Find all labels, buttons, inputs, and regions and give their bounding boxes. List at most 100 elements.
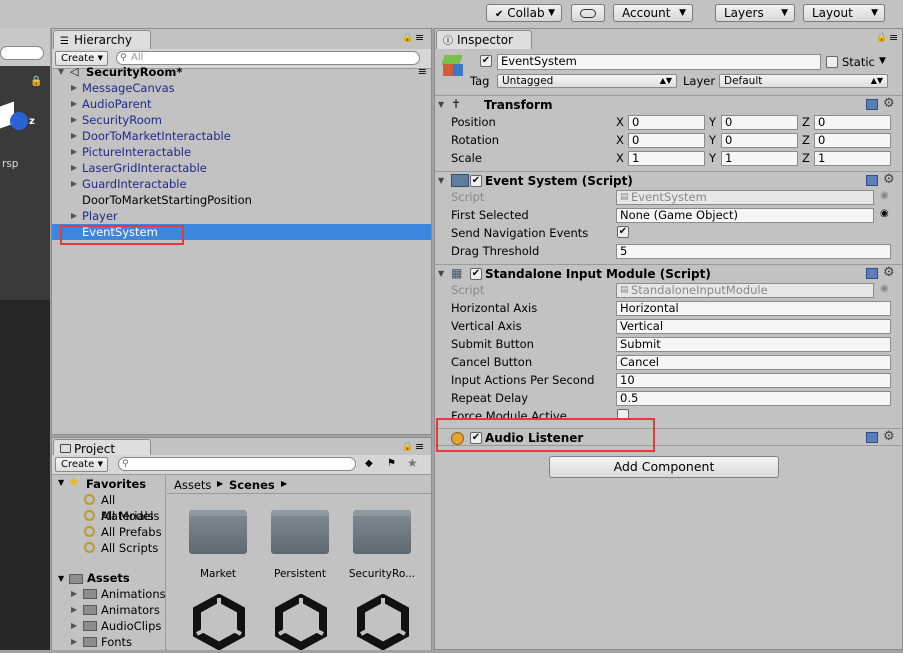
rotation-field[interactable]: 0 [814, 133, 891, 148]
hierarchy-item[interactable]: ▶ PictureInteractable [52, 144, 431, 160]
hierarchy-item[interactable]: ▶ SecurityRoom [52, 112, 431, 128]
expand-right-icon[interactable]: ▶ [71, 621, 77, 630]
repeat-delay-field[interactable]: 0.5 [616, 391, 891, 406]
folder-icon[interactable] [189, 510, 247, 554]
expand-right-icon[interactable]: ▶ [71, 589, 77, 598]
object-name-input[interactable]: EventSystem [497, 54, 821, 70]
favorite-item[interactable]: All Prefabs [101, 524, 162, 540]
rotation-field[interactable]: 0 [628, 133, 705, 148]
panel-menu-icon[interactable]: ≡ [415, 31, 424, 44]
object-picker-icon[interactable]: ◉ [880, 283, 889, 294]
axis-label[interactable]: Y [709, 132, 716, 148]
standalone-input-header[interactable]: ▼ ▦ ✔ Standalone Input Module (Script) ⚙ [435, 264, 902, 282]
axis-label[interactable]: X [616, 132, 624, 148]
hierarchy-item[interactable]: ▶ Player [52, 208, 431, 224]
scene-menu-icon[interactable]: ≡ [418, 64, 427, 80]
axis-label[interactable]: Z [802, 150, 810, 166]
gear-icon[interactable]: ⚙ [883, 172, 895, 187]
assets-label[interactable]: Assets [87, 570, 130, 586]
event-system-enabled-checkbox[interactable]: ✔ [470, 175, 482, 187]
tab-hierarchy[interactable]: ☰ Hierarchy [53, 30, 151, 49]
gizmo-z-icon[interactable] [10, 112, 28, 130]
hierarchy-item[interactable]: ▶ LaserGridInteractable [52, 160, 431, 176]
expand-right-icon[interactable]: ▶ [71, 605, 77, 614]
object-picker-icon[interactable]: ◉ [880, 208, 889, 219]
favorite-item[interactable]: All Scripts [101, 540, 158, 556]
first-selected-field[interactable]: None (Game Object) [616, 208, 874, 223]
drag-threshold-field[interactable]: 5 [616, 244, 891, 259]
axis-label[interactable]: Y [709, 114, 716, 130]
tab-inspector[interactable]: ⓘ Inspector [436, 30, 532, 49]
hierarchy-item[interactable]: DoorToMarketStartingPosition [52, 192, 431, 208]
fold-down-icon[interactable]: ▼ [438, 269, 444, 278]
axis-label[interactable]: Z [802, 114, 810, 130]
asset-folder-item[interactable]: AudioClips [101, 618, 161, 634]
expand-right-icon[interactable]: ▶ [71, 208, 77, 224]
axis-label[interactable]: Z [802, 132, 810, 148]
asset-folder-item[interactable]: Animations [101, 586, 166, 602]
asset-folder-item[interactable]: Animators [101, 602, 160, 618]
gear-icon[interactable]: ⚙ [883, 265, 895, 280]
expand-right-icon[interactable]: ▶ [71, 112, 77, 128]
hierarchy-item[interactable]: ▶ DoorToMarketInteractable [52, 128, 431, 144]
scene-search-input[interactable] [0, 46, 44, 60]
scale-field[interactable]: 1 [814, 151, 891, 166]
active-checkbox[interactable]: ✔ [480, 55, 492, 67]
chevron-down-icon[interactable]: ▼ [879, 56, 886, 66]
panel-menu-icon[interactable]: ≡ [889, 31, 898, 44]
hierarchy-item[interactable]: ▶ AudioParent [52, 96, 431, 112]
lock-icon[interactable]: 🔒 [876, 33, 887, 43]
expand-right-icon[interactable]: ▶ [71, 96, 77, 112]
scale-field[interactable]: 1 [628, 151, 705, 166]
scale-field[interactable]: 1 [721, 151, 798, 166]
help-book-icon[interactable] [866, 99, 878, 110]
persp-label[interactable]: rsp [2, 158, 18, 170]
rotation-field[interactable]: 0 [721, 133, 798, 148]
fold-down-icon[interactable]: ▼ [438, 100, 444, 109]
folder-icon[interactable] [271, 510, 329, 554]
favorites-label[interactable]: Favorites [86, 476, 146, 492]
expand-right-icon[interactable]: ▶ [71, 144, 77, 160]
axis-label[interactable]: X [616, 114, 624, 130]
project-create-button[interactable]: Create ▼ [55, 457, 108, 472]
gear-icon[interactable]: ⚙ [883, 96, 895, 111]
submit-button-field[interactable]: Submit [616, 337, 891, 352]
panel-menu-icon[interactable]: ≡ [415, 440, 424, 453]
hierarchy-item[interactable]: ▶ MessageCanvas [52, 80, 431, 96]
position-field[interactable]: 0 [721, 115, 798, 130]
account-dropdown[interactable]: Account ▼ [613, 4, 693, 22]
unity-scene-icon[interactable] [355, 593, 411, 651]
unity-scene-icon[interactable] [191, 593, 247, 651]
cloud-button[interactable] [571, 4, 605, 22]
layer-dropdown[interactable]: Default ▲▼ [719, 74, 888, 88]
cancel-button-field[interactable]: Cancel [616, 355, 891, 370]
lock-icon[interactable]: 🔒 [402, 442, 413, 452]
expand-down-icon[interactable]: ▼ [58, 478, 64, 487]
collab-dropdown[interactable]: ✔ Collab ▼ [486, 4, 562, 22]
add-component-button[interactable]: Add Component [549, 456, 779, 478]
layers-dropdown[interactable]: Layers ▼ [715, 4, 795, 22]
breadcrumb-assets[interactable]: Assets [174, 478, 211, 492]
help-book-icon[interactable] [866, 175, 878, 186]
horizontal-axis-field[interactable]: Horizontal [616, 301, 891, 316]
axis-label[interactable]: Y [709, 150, 716, 166]
fold-down-icon[interactable]: ▼ [438, 176, 444, 185]
favorite-star-icon[interactable]: ★ [407, 456, 418, 470]
axis-label[interactable]: X [616, 150, 624, 166]
favorite-item[interactable]: All Models [101, 508, 159, 524]
gear-icon[interactable]: ⚙ [883, 429, 895, 444]
unity-scene-icon[interactable] [273, 593, 329, 651]
expand-down-icon[interactable]: ▼ [58, 64, 64, 80]
scene-root-row[interactable]: ▼ ◁ SecurityRoom* ≡ [52, 64, 431, 80]
asset-folder-item[interactable]: Fonts [101, 634, 132, 650]
lock-icon[interactable]: 🔒 [402, 33, 413, 43]
position-field[interactable]: 0 [628, 115, 705, 130]
static-checkbox[interactable] [826, 56, 838, 68]
position-field[interactable]: 0 [814, 115, 891, 130]
input-actions-field[interactable]: 10 [616, 373, 891, 388]
tag-dropdown[interactable]: Untagged ▲▼ [497, 74, 677, 88]
folder-icon[interactable] [353, 510, 411, 554]
expand-right-icon[interactable]: ▶ [71, 80, 77, 96]
filter-type-icon[interactable]: ◆ [365, 458, 373, 469]
breadcrumb-scenes[interactable]: Scenes [229, 478, 275, 492]
